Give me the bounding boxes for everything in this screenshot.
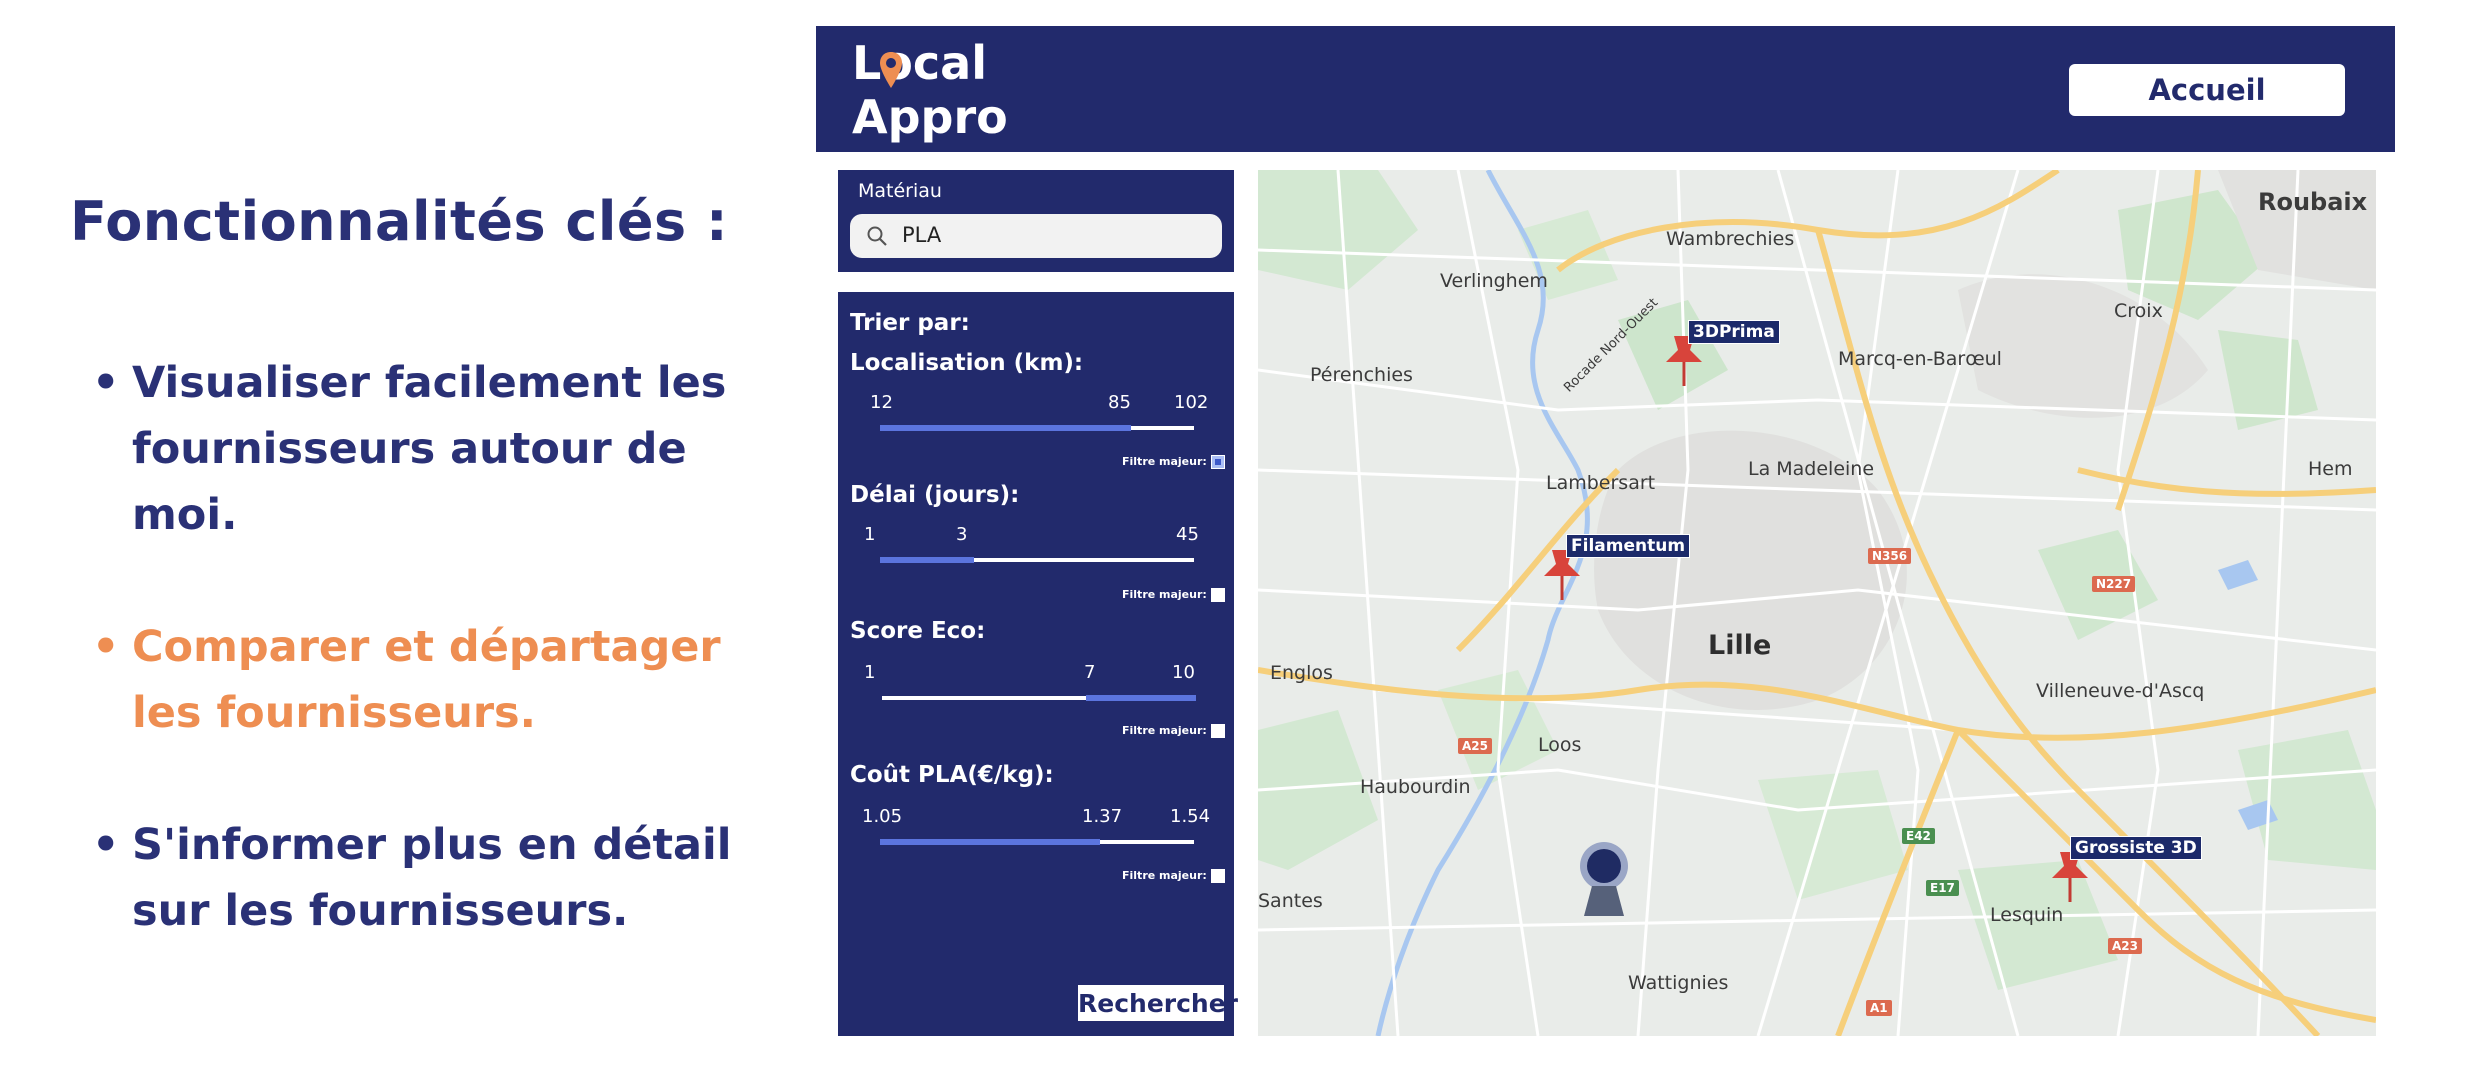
supplier-label-3dprima[interactable]: 3DPrima — [1688, 320, 1780, 344]
sort-by-label: Trier par: — [850, 310, 970, 336]
slider-max-label: 102 — [1174, 392, 1209, 413]
place-santes: Santes — [1258, 890, 1323, 912]
place-croix: Croix — [2114, 300, 2163, 322]
supplier-label-grossiste-3d[interactable]: Grossiste 3D — [2070, 836, 2202, 860]
place-englos: Englos — [1270, 662, 1333, 684]
place-verlinghem: Verlinghem — [1440, 270, 1548, 292]
logo-text-local: Local — [852, 36, 987, 90]
slider-min-label: 1 — [864, 662, 876, 683]
supplier-label-filamentum[interactable]: Filamentum — [1566, 534, 1691, 558]
bullet: • — [92, 358, 120, 408]
major-filter-label: Filtre majeur: — [1122, 869, 1207, 882]
slider-max-label: 10 — [1172, 662, 1195, 683]
search-icon — [867, 226, 887, 246]
place-haubourdin: Haubourdin — [1360, 776, 1471, 798]
place-lambersart: Lambersart — [1546, 472, 1656, 494]
place-roubaix: Roubaix — [2258, 188, 2368, 216]
supplier-map[interactable]: Roubaix Wambrechies Verlinghem Pérenchie… — [1258, 170, 2376, 1036]
slider-min-label: 12 — [870, 392, 893, 413]
road-e17: E17 — [1926, 880, 1959, 896]
road-a1: A1 — [1866, 1000, 1892, 1016]
feature-item: • Visualiser facilement les fournisseurs … — [92, 350, 772, 548]
slider-min-label: 1 — [864, 524, 876, 545]
feature-item: • S'informer plus en détail sur les fourn… — [92, 812, 772, 944]
search-button[interactable]: Rechercher — [1078, 985, 1238, 1021]
major-filter-checkbox-cout-pla[interactable] — [1211, 869, 1225, 883]
place-wambrechies: Wambrechies — [1666, 228, 1795, 250]
place-villeneuve-d-ascq: Villeneuve-d'Ascq — [2036, 680, 2205, 702]
road-n227: N227 — [2092, 576, 2136, 592]
app-mockup: Local Appro Accueil Matériau PLA Trier p… — [816, 26, 2395, 1056]
place-perenchies: Pérenchies — [1310, 364, 1413, 386]
filter-title-cout-pla: Coût PLA(€/kg): — [850, 762, 1054, 788]
major-filter-label: Filtre majeur: — [1122, 455, 1207, 468]
material-label: Matériau — [858, 180, 942, 202]
slide-heading: Fonctionnalités clés : — [70, 190, 729, 253]
road-a25: A25 — [1458, 738, 1492, 754]
bullet: • — [92, 820, 120, 870]
slider-value-label: 3 — [956, 524, 968, 545]
location-pin-icon — [880, 52, 902, 88]
major-filter-label: Filtre majeur: — [1122, 588, 1207, 601]
slider-max-label: 1.54 — [1170, 806, 1211, 827]
major-filter-checkbox-localisation[interactable] — [1211, 455, 1225, 469]
filter-title-localisation: Localisation (km): — [850, 350, 1084, 376]
slide-left: Fonctionnalités clés : — [70, 190, 770, 253]
user-location-icon — [1580, 842, 1628, 916]
road-n356: N356 — [1868, 548, 1912, 564]
road-e42: E42 — [1902, 828, 1935, 844]
logo-text-appro: Appro — [852, 90, 1008, 144]
filter-title-score-eco: Score Eco: — [850, 618, 986, 644]
slider-min-label: 1.05 — [862, 806, 903, 827]
road-a23: A23 — [2108, 938, 2142, 954]
place-lille: Lille — [1708, 630, 1772, 661]
feature-text: Comparer et départager les fournisseurs. — [132, 622, 721, 738]
filters-panel: Trier par: Localisation (km): 12 85 102 … — [838, 292, 1238, 1036]
place-loos: Loos — [1538, 734, 1582, 756]
place-wattignies: Wattignies — [1628, 972, 1729, 994]
feature-text: S'informer plus en détail sur les fourni… — [132, 820, 732, 936]
slider-value-label: 7 — [1084, 662, 1096, 683]
app-header: Local Appro Accueil — [816, 26, 2395, 152]
major-filter-checkbox-score-eco[interactable] — [1211, 724, 1225, 738]
material-panel: Matériau PLA — [838, 170, 1234, 272]
slider-localisation-fill — [880, 425, 1131, 431]
place-lesquin: Lesquin — [1990, 904, 2064, 926]
major-filter-label: Filtre majeur: — [1122, 724, 1207, 737]
place-hem: Hem — [2308, 458, 2353, 480]
material-search-input[interactable]: PLA — [850, 214, 1222, 258]
material-search-value: PLA — [902, 223, 942, 247]
slider-value-label: 1.37 — [1082, 806, 1123, 827]
slider-value-label: 85 — [1108, 392, 1131, 413]
feature-text: Visualiser facilement les fournisseurs a… — [132, 358, 727, 540]
filter-title-delai: Délai (jours): — [850, 482, 1020, 508]
place-marcq-en-baroeul: Marcq-en-Barœul — [1838, 348, 2002, 370]
slider-delai-fill — [880, 557, 974, 563]
bullet: • — [92, 622, 120, 672]
major-filter-checkbox-delai[interactable] — [1211, 588, 1225, 602]
slider-score-eco-fill — [1086, 695, 1196, 701]
slider-cout-pla-fill — [880, 839, 1100, 845]
feature-list: • Visualiser facilement les fournisseurs … — [92, 350, 772, 1010]
place-la-madeleine: La Madeleine — [1748, 458, 1875, 480]
feature-item-highlighted: • Comparer et départager les fournisseurs… — [92, 614, 772, 746]
home-button[interactable]: Accueil — [2069, 64, 2345, 116]
slider-max-label: 45 — [1176, 524, 1199, 545]
map-base — [1258, 170, 2376, 1036]
